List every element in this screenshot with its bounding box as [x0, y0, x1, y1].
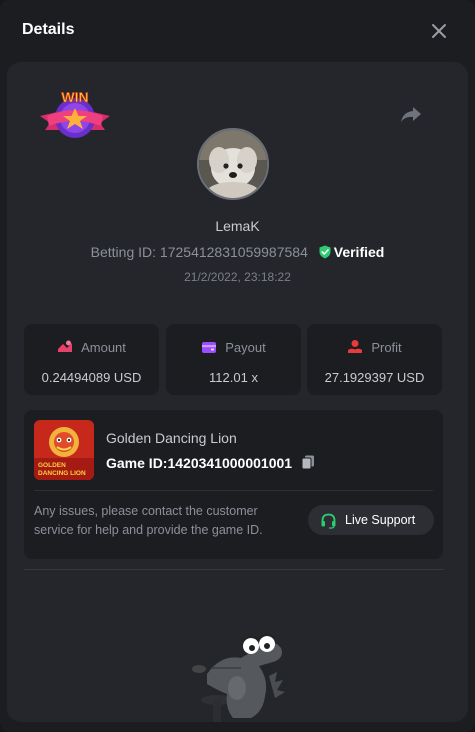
modal-title: Details — [22, 21, 75, 38]
game-card: GOLDEN DANCING LION Golden Dancing Lion … — [24, 410, 443, 559]
share-button[interactable] — [399, 102, 423, 126]
section-divider — [24, 569, 444, 570]
game-name: Golden Dancing Lion — [106, 430, 237, 446]
stat-profit-value: 27.1929397 USD — [324, 370, 425, 385]
lion-game-icon: GOLDEN DANCING LION — [34, 420, 94, 480]
copy-icon[interactable] — [300, 454, 316, 470]
stat-amount-label: Amount — [81, 340, 126, 355]
live-support-label: Live Support — [345, 513, 416, 527]
game-id-value: 1420341000001001 — [167, 455, 293, 471]
live-support-button[interactable]: Live Support — [308, 505, 434, 535]
stat-payout: Payout 112.01 x — [166, 324, 301, 395]
badge-text: WIN — [61, 89, 88, 105]
stat-payout-value: 112.01 x — [209, 370, 258, 385]
dog-avatar-icon — [199, 130, 267, 198]
support-info-text: Any issues, please contact the customer … — [34, 504, 263, 537]
stat-payout-label: Payout — [225, 340, 266, 355]
crocodile-mascot-icon — [192, 634, 285, 722]
thumb-text-line2: DANCING LION — [38, 470, 86, 477]
close-button[interactable] — [429, 21, 449, 41]
game-id-label: Game ID: — [106, 455, 168, 471]
wallet-icon — [202, 342, 217, 353]
amount-icon — [58, 340, 73, 352]
stat-amount: Amount 0.24494089 USD — [24, 324, 159, 395]
shield-check-icon — [319, 245, 331, 259]
bet-timestamp: 21/2/2022, 23:18:22 — [184, 270, 291, 284]
verified-label: Verified — [333, 244, 385, 260]
username: LemaK — [215, 218, 260, 234]
headset-icon — [321, 513, 336, 529]
details-modal: Details WIN LemaK Betting ID: 1725412831… — [0, 0, 475, 732]
card-divider — [34, 490, 433, 491]
betting-id-row: Betting ID: 1725412831059987584 Verified — [7, 244, 468, 260]
profit-icon — [348, 340, 363, 353]
win-badge-icon: WIN — [40, 89, 110, 138]
avatar — [197, 128, 269, 200]
modal-header: Details — [0, 0, 475, 62]
game-id-row: Game ID:1420341000001001 — [106, 454, 316, 471]
stat-profit: Profit 27.1929397 USD — [307, 324, 442, 395]
betting-id-value: 1725412831059987584 — [159, 244, 308, 260]
thumb-text-line1: GOLDEN — [38, 462, 66, 469]
details-panel: WIN LemaK Betting ID: 172541283105998758… — [7, 62, 468, 722]
share-icon — [401, 107, 421, 122]
stat-profit-label: Profit — [371, 340, 402, 355]
stat-amount-value: 0.24494089 USD — [41, 370, 142, 385]
betting-id-label: Betting ID: — [90, 244, 157, 260]
game-thumbnail[interactable]: GOLDEN DANCING LION — [34, 420, 94, 480]
close-icon — [432, 24, 446, 38]
